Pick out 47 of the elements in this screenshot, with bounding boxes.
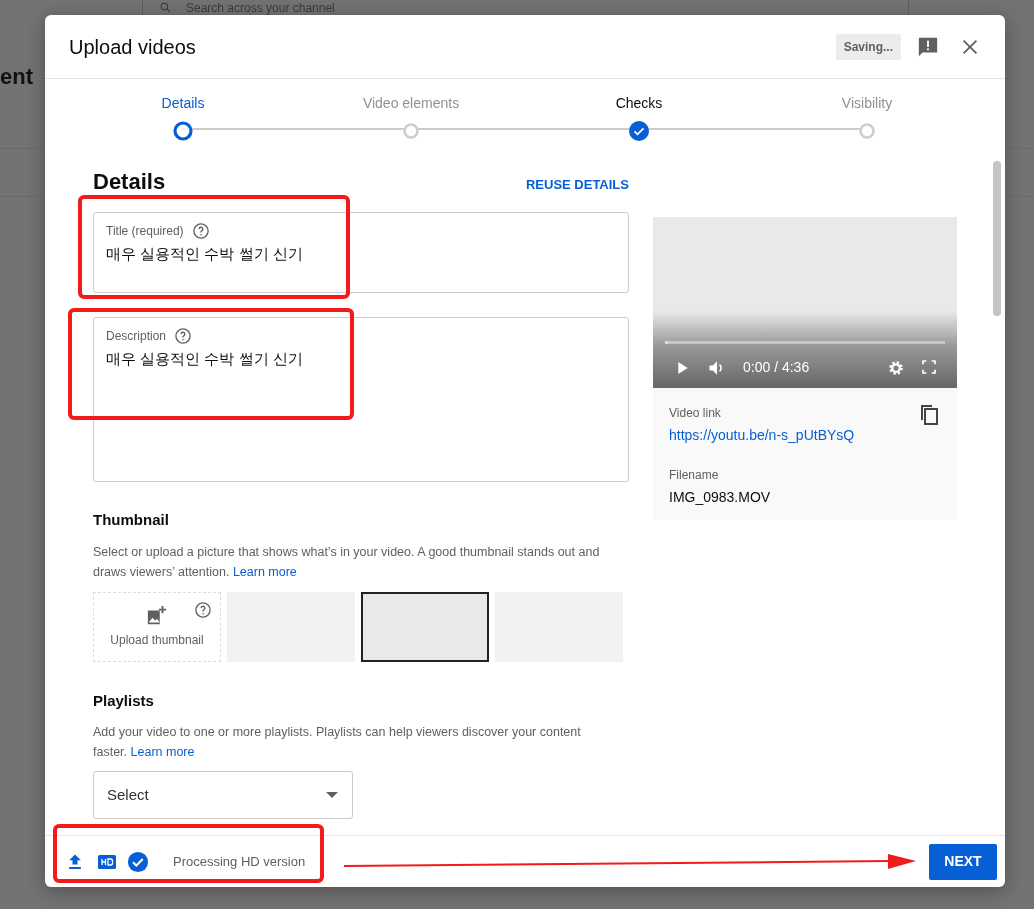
next-button[interactable]: NEXT: [929, 843, 997, 880]
feedback-button[interactable]: [917, 35, 939, 58]
thumbnail-option[interactable]: [361, 591, 489, 662]
feedback-icon: [917, 35, 939, 58]
processing-status: Processing HD version: [173, 852, 306, 871]
reuse-details-button[interactable]: REUSE DETAILS: [525, 174, 629, 194]
step-label[interactable]: Visibility: [841, 93, 893, 114]
filename: IMG_0983.MOV: [669, 488, 772, 507]
text-field[interactable]: Description 매우 실용적인 수박 썰기 신기: [93, 317, 629, 482]
step-done-icon: [629, 121, 649, 141]
section-description: Add your video to one or more playlists. Playlists can help viewers discover your content faster. Learn more: [93, 724, 582, 761]
step-label[interactable]: Video elements: [362, 93, 460, 114]
field-label: Description: [106, 328, 167, 345]
check-circle-icon: [127, 850, 149, 873]
search-icon: [159, 1, 172, 14]
upload-thumbnail-label: Upload thumbnail: [110, 631, 204, 649]
help-icon[interactable]: [191, 222, 210, 240]
step-current-icon: [173, 121, 193, 141]
help-icon[interactable]: [194, 600, 212, 619]
step-label[interactable]: Details: [161, 93, 205, 114]
saving-badge: Saving...: [835, 33, 901, 60]
text-field[interactable]: Title (required) 매우 실용적인 수박 썰기 신기: [93, 212, 629, 293]
playlist-select[interactable]: Select: [93, 771, 353, 819]
upload-thumbnail-button[interactable]: Upload thumbnail: [93, 591, 221, 662]
field-label: Title (required): [106, 223, 184, 240]
progress-track[interactable]: [665, 341, 945, 344]
dropdown-caret-icon: [326, 792, 338, 798]
section-heading: Thumbnail: [93, 510, 170, 530]
learn-more-link[interactable]: Learn more: [130, 745, 195, 759]
fullscreen-icon[interactable]: [921, 358, 937, 375]
field-value: 매우 실용적인 수박 썰기 신기: [106, 349, 304, 369]
learn-more-link[interactable]: Learn more: [232, 564, 297, 579]
scrollbar-thumb[interactable]: [993, 161, 1001, 316]
info-label: Filename: [669, 467, 720, 484]
video-link[interactable]: https://youtu.be/n-s_pUtBYsQ: [669, 425, 855, 446]
settings-icon[interactable]: [887, 358, 905, 377]
step-label[interactable]: Checks: [615, 93, 663, 114]
page-heading: ent: [0, 63, 33, 91]
dialog-title: Upload videos: [69, 34, 196, 60]
section-heading: Playlists: [93, 690, 155, 711]
add-image-icon: [146, 604, 168, 627]
video-time: 0:00 / 4:36: [743, 358, 810, 377]
section-description: Select or upload a picture that shows what’s in your video. A good thumbnail stands out and draws viewers’ attention. Learn more: [93, 543, 601, 581]
section-heading: Details: [93, 168, 166, 196]
field-value: 매우 실용적인 수박 썰기 신기: [106, 244, 304, 264]
info-label: Video link: [669, 405, 721, 422]
help-icon[interactable]: [174, 327, 193, 345]
